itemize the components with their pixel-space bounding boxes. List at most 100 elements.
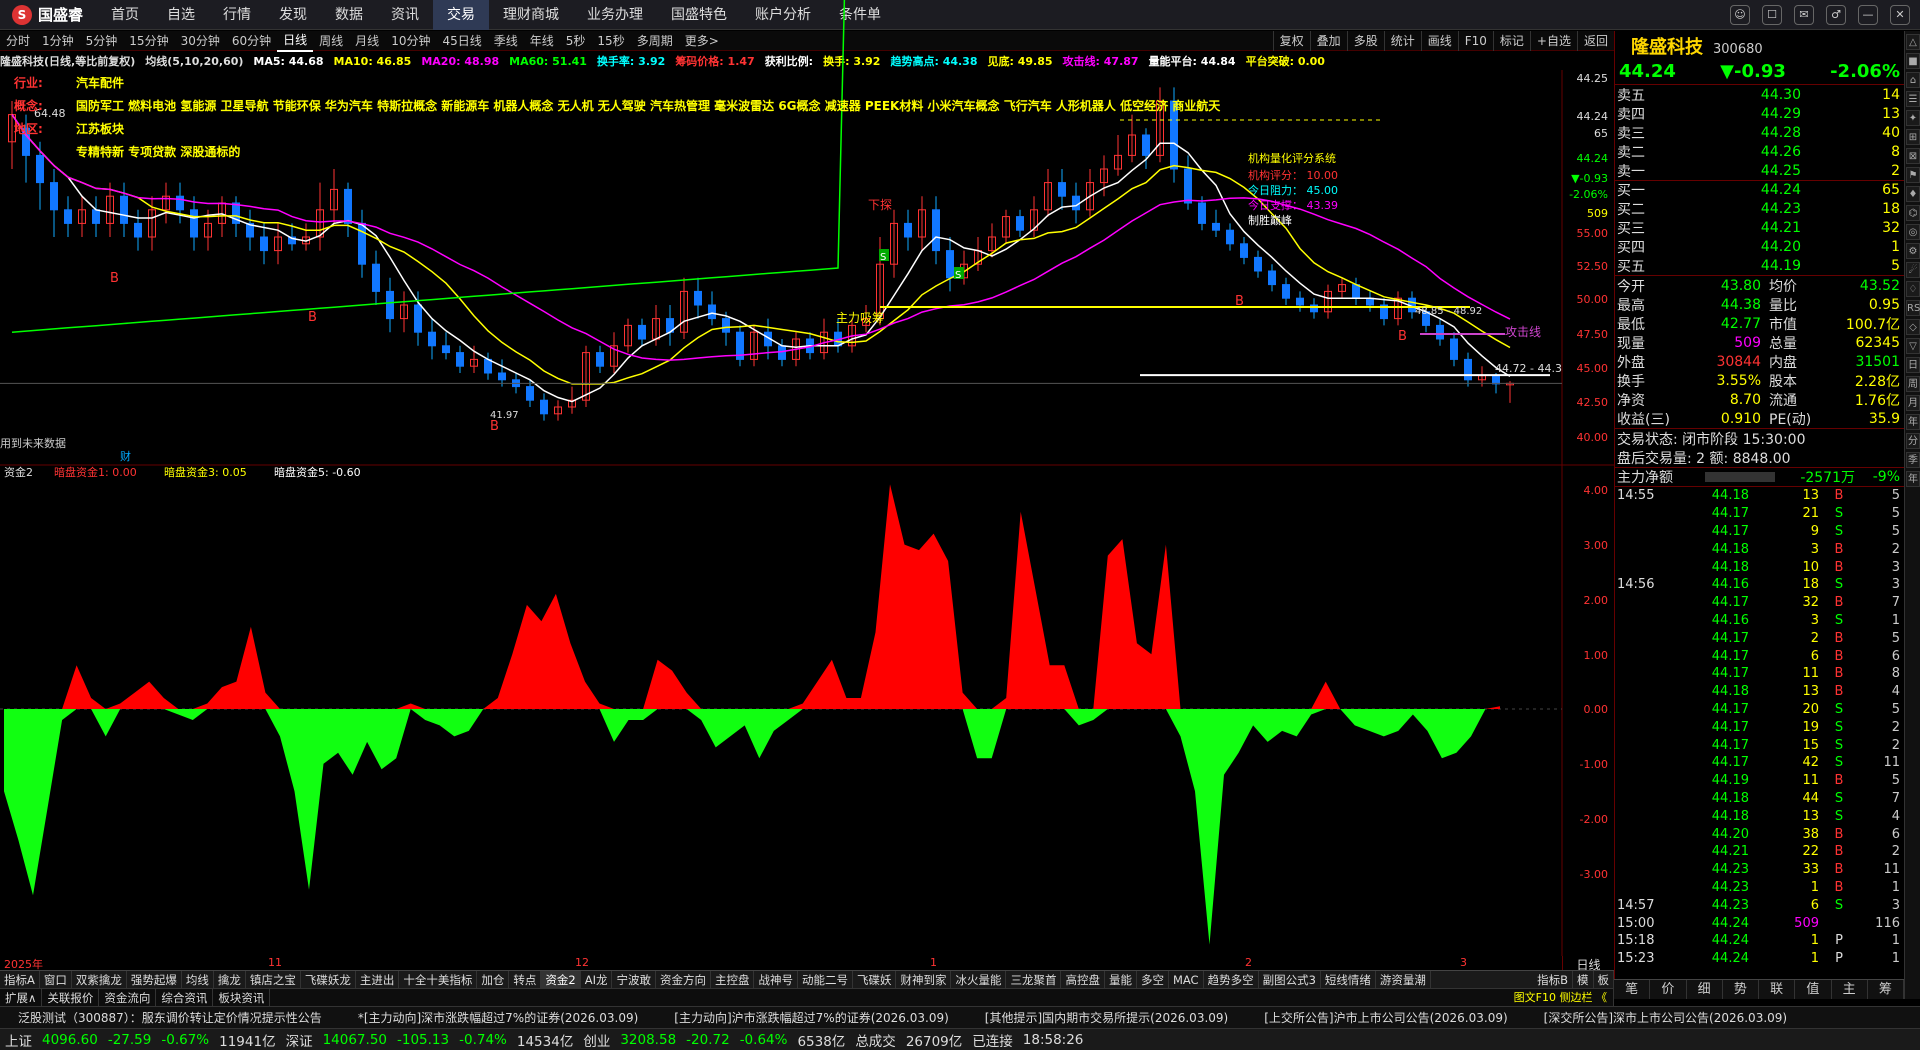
tick-side: S xyxy=(1834,506,1844,522)
footer-tab[interactable]: 扩展∧ xyxy=(0,988,43,1007)
strip-icon[interactable]: ⚑ xyxy=(1906,167,1920,183)
indicator-tab-right[interactable]: 指标B xyxy=(1533,971,1573,988)
indicator-tab[interactable]: 动能二号 xyxy=(798,971,853,988)
indicator-tab[interactable]: 多空 xyxy=(1137,971,1169,988)
strip-icon[interactable]: ▽ xyxy=(1906,338,1920,354)
sidebar-tab[interactable]: 势 xyxy=(1723,980,1759,999)
indicator-tab[interactable]: MAC xyxy=(1169,971,1204,988)
strip-icon[interactable]: ✦ xyxy=(1906,110,1920,126)
footer-tab[interactable]: 关联报价 xyxy=(42,988,100,1007)
sidebar-tab[interactable]: 笔 xyxy=(1614,980,1651,999)
sidebar-tab[interactable]: 价 xyxy=(1650,980,1687,999)
tick-price: 44.18 xyxy=(1711,541,1749,557)
tick-side: B xyxy=(1834,595,1844,611)
strip-icon[interactable]: 年 xyxy=(1906,471,1920,487)
indicator-tab-right[interactable]: 模 xyxy=(1573,971,1594,988)
strip-icon[interactable]: ■ xyxy=(1906,53,1920,69)
indicator-tab[interactable]: 资金2 xyxy=(541,971,581,988)
window-button-icon-3[interactable]: ♂ xyxy=(1826,5,1846,25)
indicator-tab[interactable]: 镇店之宝 xyxy=(246,971,301,988)
candle xyxy=(358,222,366,265)
strip-icon[interactable]: ⚙ xyxy=(1906,243,1920,259)
indicator-tab[interactable]: 资金方向 xyxy=(656,971,711,988)
tick-price: 44.17 xyxy=(1711,648,1749,664)
strip-icon[interactable]: 周 xyxy=(1906,376,1920,392)
strip-icon[interactable]: 月 xyxy=(1906,395,1920,411)
sidebar-tab[interactable]: 主 xyxy=(1832,980,1868,999)
indicator-tab[interactable]: 趋势多空 xyxy=(1204,971,1259,988)
strip-icon[interactable]: ☰ xyxy=(1906,91,1920,107)
indicator-tab[interactable]: 主控盘 xyxy=(711,971,755,988)
rating-score: 机构评分： 10.00 xyxy=(1248,168,1338,182)
indicator-tab[interactable]: 加仓 xyxy=(477,971,510,988)
indicator-tab[interactable]: 宁波敢 xyxy=(612,971,656,988)
tick-side: B xyxy=(1834,488,1844,504)
indicator-tab[interactable]: AI龙 xyxy=(581,971,613,988)
indicator-tab[interactable]: 高控盘 xyxy=(1061,971,1105,988)
indicator-tab[interactable]: 量能 xyxy=(1105,971,1137,988)
tick-side: B xyxy=(1834,826,1844,842)
strip-icon[interactable]: ⌂ xyxy=(1906,72,1920,88)
tick-row: 44.18 13 B 4 xyxy=(1615,683,1904,701)
indicator-tab[interactable]: 飞碟妖 xyxy=(853,971,897,988)
news-item[interactable]: [主力动向]沪市涨跌幅超过7%的证券(2026.03.09) xyxy=(656,1009,966,1026)
sidebar-tab[interactable]: 联 xyxy=(1759,980,1796,999)
indicator-tab[interactable]: 冰火量能 xyxy=(951,971,1007,988)
strip-icon[interactable]: ♦ xyxy=(1906,186,1920,202)
tick-count: 11 xyxy=(1883,862,1900,878)
indicator-tab[interactable]: 均线 xyxy=(182,971,214,988)
indicator-tab[interactable]: 擒龙 xyxy=(214,971,246,988)
indicator-tab[interactable]: 转点 xyxy=(509,971,542,988)
indicator-tab[interactable]: 战神号 xyxy=(754,971,798,988)
strip-icon[interactable]: ⊞ xyxy=(1906,129,1920,145)
sidebar-tab[interactable]: 细 xyxy=(1687,980,1723,999)
tick-list[interactable]: 14:55 44.18 13 B 5 44.17 21 S 5 44.17 9 S 5 44.18 3 B 2 4… xyxy=(1615,487,1904,968)
sidebar-tab[interactable]: 筹 xyxy=(1868,980,1904,999)
strip-icon[interactable]: ♢ xyxy=(1906,281,1920,297)
strip-icon[interactable]: 日 xyxy=(1906,357,1920,373)
news-item[interactable]: [上交所公告]沪市上市公司公告(2026.03.09) xyxy=(1246,1009,1525,1026)
window-button-icon-5[interactable]: ✕ xyxy=(1890,5,1910,25)
date-tick: 1 xyxy=(930,956,937,969)
sidebar-toggle[interactable]: 图文F10 侧边栏 《 xyxy=(1509,988,1614,1007)
indicator-tab[interactable]: 指标A xyxy=(0,971,40,988)
indicator-tab[interactable]: 强势起爆 xyxy=(127,971,182,988)
news-item[interactable]: *[主力动向]深市涨跌幅超过7%的证券(2026.03.09) xyxy=(340,1009,656,1026)
indicator-tab[interactable]: 双紫擒龙 xyxy=(72,971,127,988)
strip-icon[interactable]: ⊠ xyxy=(1906,148,1920,164)
window-button-icon-4[interactable]: — xyxy=(1858,5,1878,25)
indicator-tab-right[interactable]: 板 xyxy=(1594,971,1614,988)
strip-icon[interactable]: 季 xyxy=(1906,452,1920,468)
strip-icon[interactable]: ⌬ xyxy=(1906,205,1920,221)
indicator-tab[interactable]: 三龙聚首 xyxy=(1006,971,1062,988)
window-button-icon-2[interactable]: ✉ xyxy=(1794,5,1814,25)
indicator-tab[interactable]: 副图公式3 xyxy=(1259,971,1321,988)
strip-icon[interactable]: RSI xyxy=(1906,300,1920,316)
strip-icon[interactable]: ☄ xyxy=(1906,262,1920,278)
indicator-tab[interactable]: 财神到家 xyxy=(896,971,952,988)
news-item[interactable]: [深交所公告]深市上市公司公告(2026.03.09) xyxy=(1526,1009,1805,1026)
period-label[interactable]: 日线 xyxy=(1562,956,1614,972)
tick-count: 3 xyxy=(1891,577,1900,593)
strip-icon[interactable]: △ xyxy=(1906,34,1920,50)
footer-tab[interactable]: 板块资讯 xyxy=(213,988,271,1007)
news-item[interactable]: [其他提示]国内期市交易所提示(2026.03.09) xyxy=(967,1009,1246,1026)
indicator-tab[interactable]: 游资量潮 xyxy=(1376,971,1431,988)
footer-tab[interactable]: 综合资讯 xyxy=(156,988,214,1007)
indicator-tab[interactable]: 飞碟妖龙 xyxy=(301,971,356,988)
strip-icon[interactable]: ◎ xyxy=(1906,224,1920,240)
stat-value: 43.80 xyxy=(1720,277,1761,294)
news-item[interactable]: 泛股测试（300887）：服东调价转让定价情况提示性公告 xyxy=(0,1009,340,1026)
indicator-tab[interactable]: 十全十美指标 xyxy=(399,971,478,988)
indicator-tab[interactable]: 主进出 xyxy=(356,971,400,988)
window-button-icon-1[interactable]: ☐ xyxy=(1762,5,1782,25)
indicator-tab[interactable]: 窗口 xyxy=(40,971,72,988)
footer-tab[interactable]: 资金流向 xyxy=(99,988,157,1007)
strip-icon[interactable]: 分 xyxy=(1906,433,1920,449)
tick-count: 7 xyxy=(1891,595,1900,611)
indicator-tab[interactable]: 短线情绪 xyxy=(1321,971,1376,988)
strip-icon[interactable]: ◇ xyxy=(1906,319,1920,335)
sidebar-tab[interactable]: 值 xyxy=(1795,980,1832,999)
strip-icon[interactable]: 年 xyxy=(1906,414,1920,430)
window-button-icon-0[interactable]: ☺ xyxy=(1730,5,1750,25)
